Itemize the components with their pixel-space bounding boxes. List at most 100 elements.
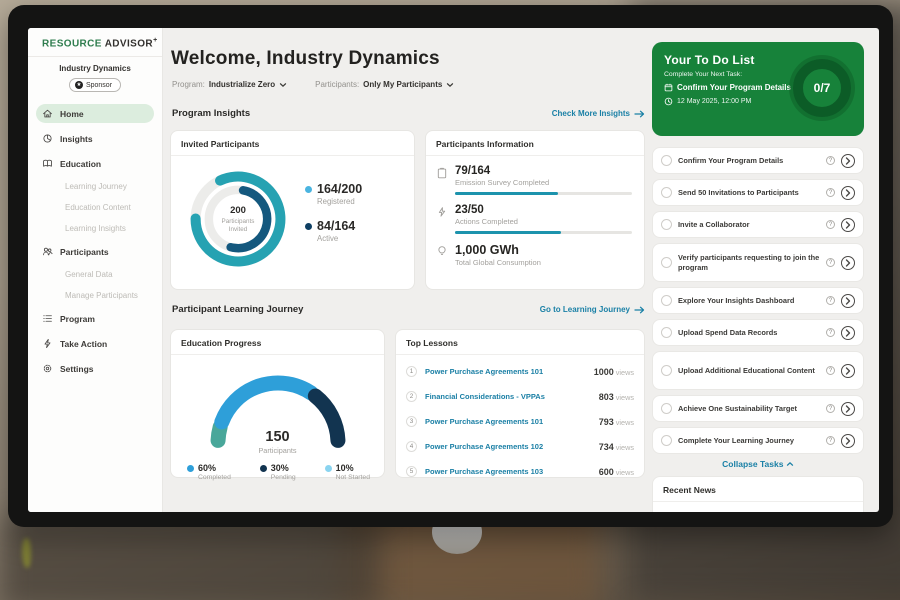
task-label: Invite a Collaborator: [678, 220, 820, 230]
task-open-button[interactable]: [841, 294, 855, 308]
legend-value: 164/200: [317, 182, 362, 196]
task-explore-insights[interactable]: Explore Your Insights Dashboard ?: [652, 287, 864, 314]
task-open-button[interactable]: [841, 154, 855, 168]
task-checkbox[interactable]: [661, 365, 672, 376]
sidebar-item-education-content[interactable]: Education Content: [36, 200, 154, 215]
task-checkbox[interactable]: [661, 295, 672, 306]
legend-label: Completed: [198, 474, 231, 481]
section-title: Participant Learning Journey: [172, 304, 303, 315]
collapse-tasks-label: Collapse Tasks: [722, 459, 783, 469]
sidebar-item-settings[interactable]: Settings: [36, 359, 154, 378]
task-open-button[interactable]: [841, 326, 855, 340]
help-icon[interactable]: ?: [826, 296, 835, 305]
task-complete-learning-journey[interactable]: Complete Your Learning Journey ?: [652, 427, 864, 454]
participants-filter-label: Participants:: [315, 80, 359, 89]
task-verify-participants[interactable]: Verify participants requesting to join t…: [652, 243, 864, 282]
sidebar-item-insights[interactable]: Insights: [36, 129, 154, 148]
arrow-right-icon: [634, 306, 645, 314]
task-send-invitations[interactable]: Send 50 Invitations to Participants ?: [652, 179, 864, 206]
task-achieve-sustainability-target[interactable]: Achieve One Sustainability Target ?: [652, 395, 864, 422]
calendar-icon: [664, 83, 673, 92]
collapse-tasks-link[interactable]: Collapse Tasks: [652, 459, 864, 469]
lesson-link[interactable]: Power Purchase Agreements 101: [425, 417, 591, 426]
account-name: Industry Dynamics: [28, 64, 162, 73]
task-checkbox[interactable]: [661, 257, 672, 268]
learning-journey-header: Participant Learning Journey Go to Learn…: [172, 304, 645, 315]
help-icon[interactable]: ?: [826, 156, 835, 165]
lesson-rank: 1: [406, 366, 417, 377]
card-title: Participants Information: [426, 131, 644, 156]
sidebar-item-learning-insights[interactable]: Learning Insights: [36, 221, 154, 236]
todo-next-task: Confirm Your Program Details: [677, 83, 791, 92]
lesson-rank: 2: [406, 391, 417, 402]
gauge-legend: 60% Completed 30% Pending 10% Not Starte…: [171, 455, 384, 481]
task-invite-collaborator[interactable]: Invite a Collaborator ?: [652, 211, 864, 238]
sidebar-item-general-data[interactable]: General Data: [36, 267, 154, 282]
lesson-rank: 4: [406, 441, 417, 452]
participants-filter[interactable]: Participants: Only My Participants: [315, 80, 454, 89]
lesson-views: 793: [599, 417, 614, 427]
lesson-link[interactable]: Power Purchase Agreements 102: [425, 442, 591, 451]
task-checkbox[interactable]: [661, 435, 672, 446]
lesson-link[interactable]: Power Purchase Agreements 101: [425, 367, 586, 376]
help-icon[interactable]: ?: [826, 436, 835, 445]
sponsor-icon: ★: [75, 81, 83, 89]
program-insights-header: Program Insights Check More Insights: [172, 108, 645, 119]
legend-label: Not Started: [336, 474, 370, 481]
help-icon[interactable]: ?: [826, 366, 835, 375]
sidebar-item-learning-journey[interactable]: Learning Journey: [36, 179, 154, 194]
logo-part-resource: RESOURCE: [42, 38, 102, 49]
sidebar-item-education[interactable]: Education: [36, 154, 154, 173]
sidebar-item-take-action[interactable]: Take Action: [36, 334, 154, 353]
sidebar-item-participants[interactable]: Participants: [36, 242, 154, 261]
help-icon[interactable]: ?: [826, 404, 835, 413]
stat-label: Actions Completed: [455, 217, 632, 226]
consumption-icon: [436, 245, 448, 257]
task-open-button[interactable]: [841, 218, 855, 232]
lesson-views: 1000: [594, 367, 614, 377]
education-progress-card: Education Progress 150 Participants 60% …: [170, 329, 385, 478]
take-action-icon: [42, 338, 53, 349]
task-checkbox[interactable]: [661, 219, 672, 230]
link-label: Check More Insights: [552, 109, 630, 118]
lesson-link[interactable]: Power Purchase Agreements 103: [425, 467, 591, 476]
gauge-center-sublabel: Participants: [198, 446, 358, 455]
check-more-insights-link[interactable]: Check More Insights: [552, 109, 645, 118]
help-icon[interactable]: ?: [826, 258, 835, 267]
lesson-link[interactable]: Financial Considerations - VPPAs: [425, 392, 591, 401]
task-checkbox[interactable]: [661, 403, 672, 414]
filters-row: Program: Industrialize Zero Participants…: [172, 80, 454, 89]
lesson-row: 2 Financial Considerations - VPPAs 803vi…: [396, 380, 644, 405]
program-filter[interactable]: Program: Industrialize Zero: [172, 80, 287, 89]
todo-column: Your To Do List Complete Your Next Task:…: [652, 28, 864, 512]
legend-item-active: 84/164 Active: [305, 219, 362, 243]
help-icon[interactable]: ?: [826, 188, 835, 197]
task-checkbox[interactable]: [661, 327, 672, 338]
task-open-button[interactable]: [841, 186, 855, 200]
task-open-button[interactable]: [841, 402, 855, 416]
help-icon[interactable]: ?: [826, 220, 835, 229]
sidebar-item-manage-participants[interactable]: Manage Participants: [36, 288, 154, 303]
task-upload-spend-data[interactable]: Upload Spend Data Records ?: [652, 319, 864, 346]
task-label: Send 50 Invitations to Participants: [678, 188, 820, 198]
task-open-button[interactable]: [841, 434, 855, 448]
task-label: Achieve One Sustainability Target: [678, 404, 820, 414]
stat-emission-survey: 79/164 Emission Survey Completed: [426, 156, 644, 195]
stat-value: 1,000 GWh: [455, 243, 632, 257]
legend-value: 10%: [336, 463, 354, 473]
task-open-button[interactable]: [841, 364, 855, 378]
task-checkbox[interactable]: [661, 187, 672, 198]
recent-news-title: Recent News: [653, 477, 863, 502]
task-checkbox[interactable]: [661, 155, 672, 166]
task-confirm-program-details[interactable]: Confirm Your Program Details ?: [652, 147, 864, 174]
legend-item-registered: 164/200 Registered: [305, 182, 362, 206]
go-to-learning-journey-link[interactable]: Go to Learning Journey: [540, 305, 645, 314]
participants-filter-value: Only My Participants: [363, 80, 442, 89]
task-open-button[interactable]: [841, 256, 855, 270]
help-icon[interactable]: ?: [826, 328, 835, 337]
donut-center-sublabel: Participants Invited: [212, 218, 264, 234]
task-upload-educational-content[interactable]: Upload Additional Educational Content ?: [652, 351, 864, 390]
sidebar-item-home[interactable]: Home: [36, 104, 154, 123]
sidebar-item-program[interactable]: Program: [36, 309, 154, 328]
gauge-center-label: 150 Participants: [198, 429, 358, 455]
